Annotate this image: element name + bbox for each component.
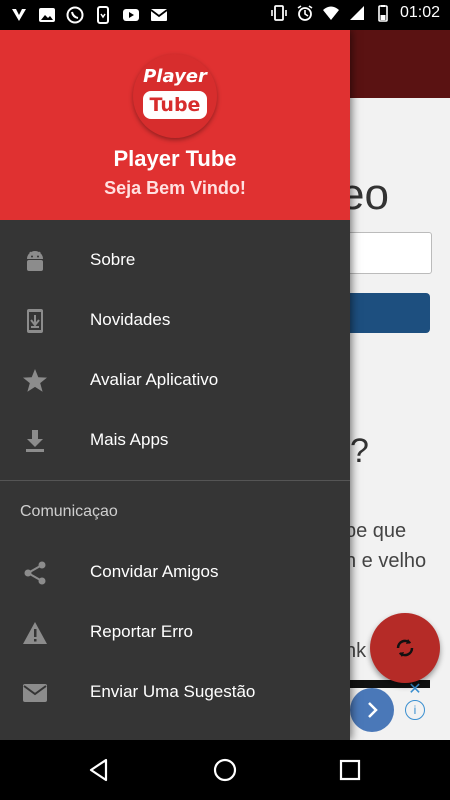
home-icon[interactable] xyxy=(212,757,238,783)
question-heading-fragment: ? xyxy=(350,432,369,470)
android-icon xyxy=(27,251,43,271)
notification-icons xyxy=(10,6,168,24)
signal-icon xyxy=(349,6,364,20)
menu-item-label: Reportar Erro xyxy=(90,622,193,641)
gmail-icon xyxy=(150,9,168,21)
body-text-line: be que xyxy=(345,520,407,542)
mail-icon xyxy=(23,684,47,702)
menu-item-sobre[interactable]: Sobre xyxy=(0,230,350,290)
menu-item-enviar-sugestao[interactable]: Enviar Uma Sugestão xyxy=(0,662,350,722)
ad-close-icon[interactable]: ✕ xyxy=(405,680,425,700)
recents-icon[interactable] xyxy=(337,757,363,783)
navigation-drawer: Player Tube Player Tube Seja Bem Vindo! … xyxy=(0,30,350,740)
logo-text-bottom: Tube xyxy=(143,91,207,119)
menu-item-avaliar-aplicativo[interactable]: Avaliar Aplicativo xyxy=(0,350,350,410)
menu-item-label: Convidar Amigos xyxy=(90,562,219,581)
vibrate-icon xyxy=(271,5,287,21)
whatsapp-icon xyxy=(66,6,84,24)
system-icons: 01:02 xyxy=(270,4,440,22)
sync-icon xyxy=(396,639,414,657)
back-icon[interactable] xyxy=(86,757,112,783)
battery-icon xyxy=(378,5,388,22)
clock: 01:02 xyxy=(399,4,440,21)
welcome-text: Seja Bem Vindo! xyxy=(104,178,246,198)
url-input[interactable] xyxy=(340,232,432,274)
drawer-header: Player Tube Player Tube Seja Bem Vindo! xyxy=(0,30,350,220)
menu-item-label: Enviar Uma Sugestão xyxy=(90,682,256,701)
refresh-fab[interactable] xyxy=(370,613,440,683)
warning-icon xyxy=(23,622,47,644)
menu-item-reportar-erro[interactable]: Reportar Erro xyxy=(0,602,350,662)
share-icon xyxy=(24,561,46,585)
system-navigation-bar xyxy=(0,740,450,800)
status-bar: 01:02 xyxy=(0,0,450,30)
drawer-divider xyxy=(0,480,350,481)
logo-text-top: Player xyxy=(143,66,207,87)
section-title: Comunicaçao xyxy=(20,503,118,520)
submit-button[interactable] xyxy=(340,293,430,333)
menu-item-convidar-amigos[interactable]: Convidar Amigos xyxy=(0,542,350,602)
menu-item-novidades[interactable]: Novidades xyxy=(0,290,350,350)
menu-item-label: Sobre xyxy=(90,250,136,269)
app-logo: Player Tube xyxy=(133,54,217,138)
star-icon xyxy=(23,369,47,392)
wifi-icon xyxy=(322,6,339,20)
ad-info-icon[interactable]: i xyxy=(405,700,425,720)
alarm-icon xyxy=(297,5,313,21)
sim-toolkit-icon xyxy=(97,6,109,24)
youtube-icon xyxy=(123,9,139,21)
download-phone-icon xyxy=(27,309,43,333)
menu-item-mais-apps[interactable]: Mais Apps xyxy=(0,410,350,470)
download-icon xyxy=(26,430,44,452)
body-text-line: n e velho xyxy=(345,550,427,572)
ad-next-button[interactable] xyxy=(350,688,394,732)
menu-item-label: Mais Apps xyxy=(90,430,169,449)
image-icon xyxy=(39,8,55,22)
app-notification-icon xyxy=(12,9,26,21)
menu-item-label: Avaliar Aplicativo xyxy=(90,370,219,389)
chevron-right-icon xyxy=(368,702,378,718)
app-name: Player Tube xyxy=(113,146,237,171)
menu-item-label: Novidades xyxy=(90,310,171,329)
